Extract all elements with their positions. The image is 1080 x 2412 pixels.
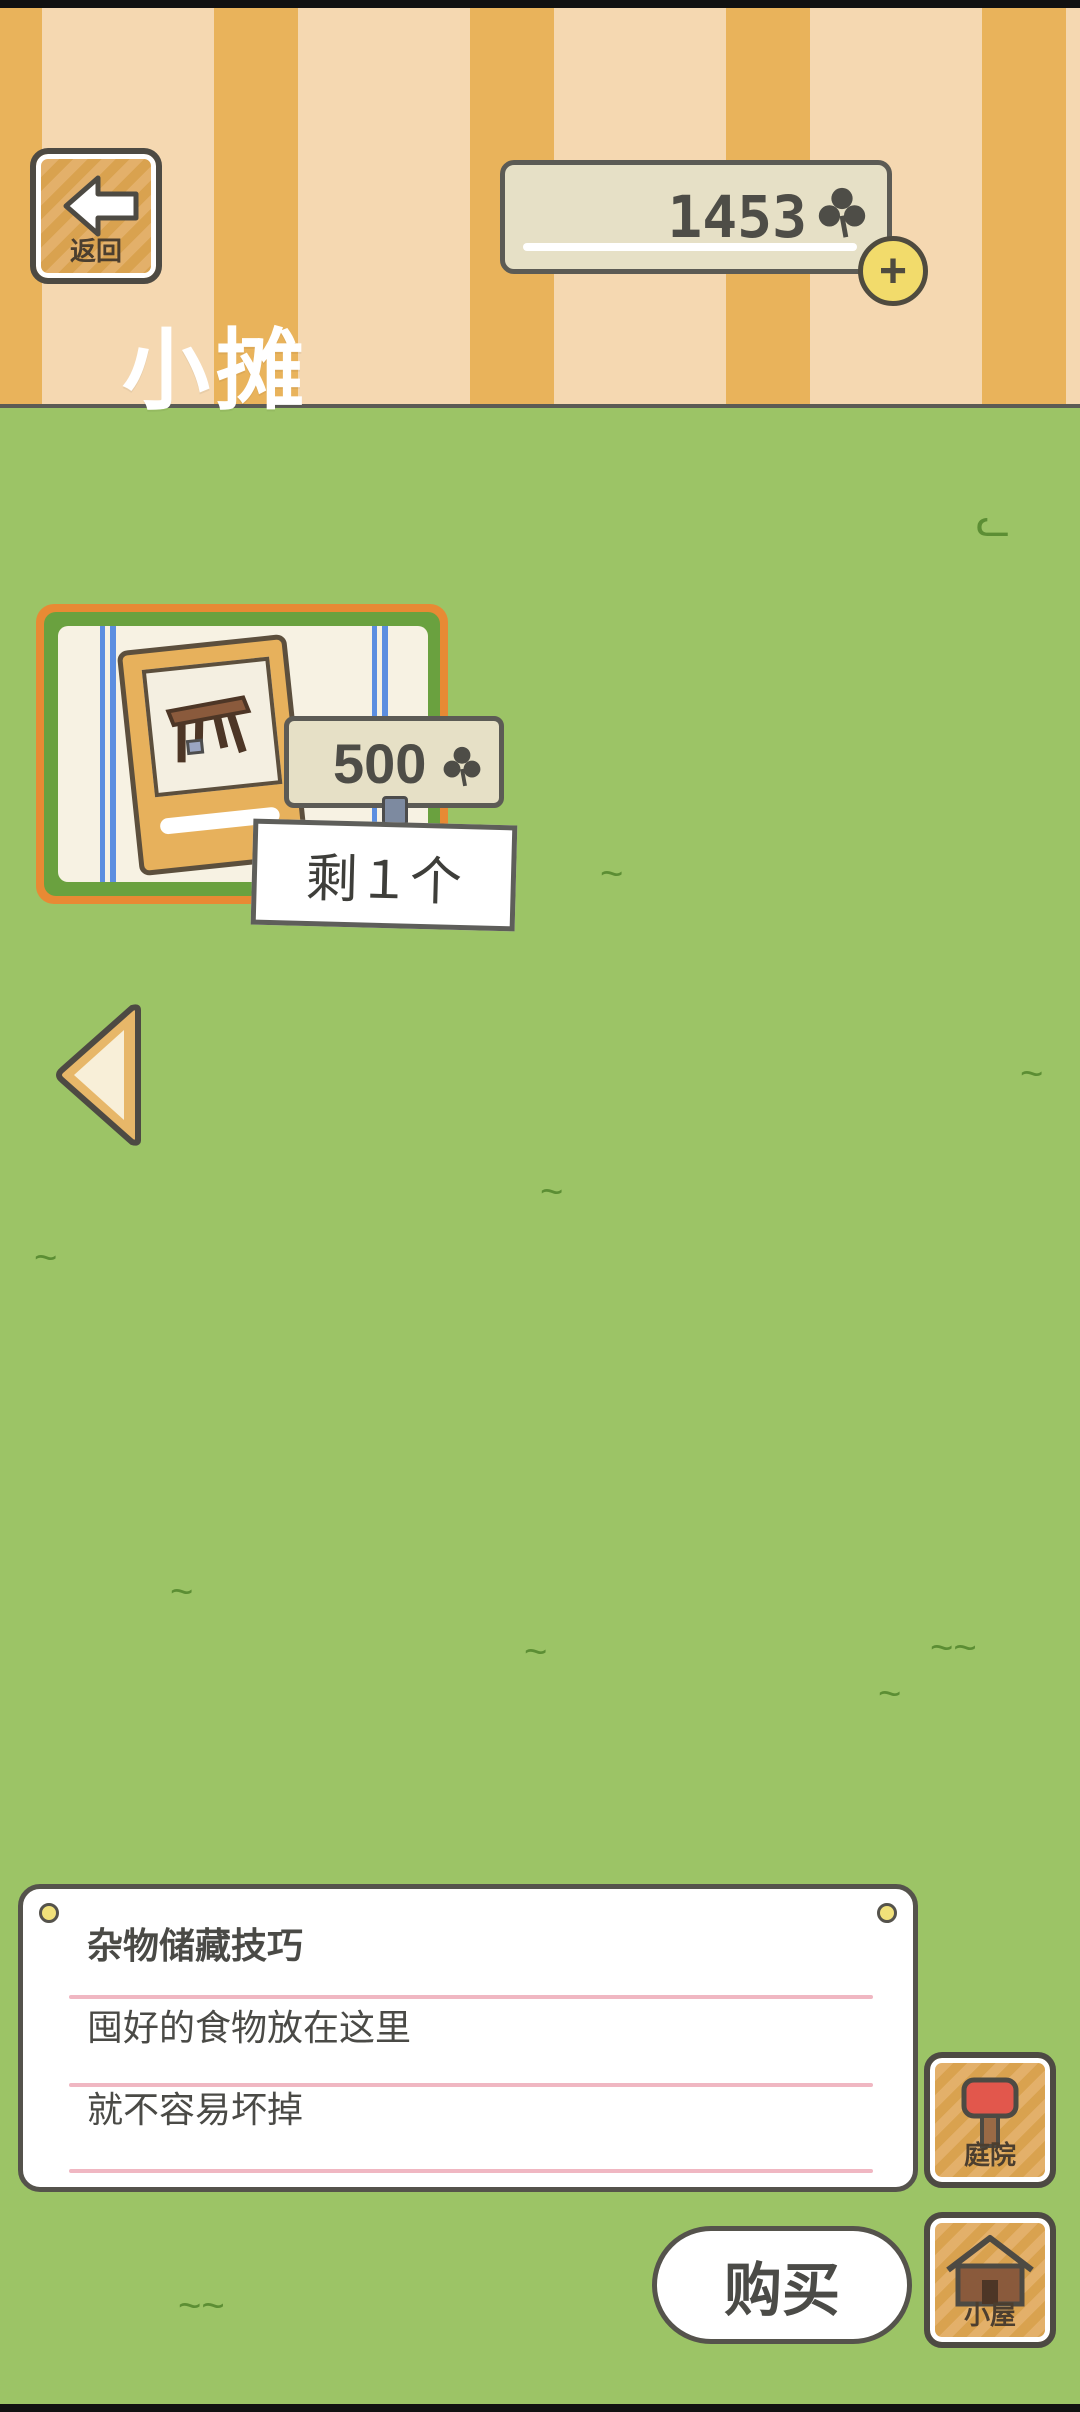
grass-tuft: ᓚ: [976, 501, 1011, 545]
yard-button[interactable]: 庭院: [924, 2052, 1056, 2188]
clover-icon: [443, 746, 481, 787]
house-label: 小屋: [963, 2300, 1016, 2330]
dialog-title: 杂物储藏技巧: [87, 1925, 304, 1967]
grass-tuft: ~: [34, 1236, 58, 1280]
grass-tuft: ~: [600, 852, 624, 896]
dialog-pin: [877, 1903, 897, 1923]
back-button[interactable]: 返回: [30, 148, 162, 284]
grass-tuft: ~: [170, 1570, 194, 1614]
back-label: 返回: [69, 236, 122, 266]
price-tag: 500: [284, 716, 504, 808]
info-dialog: 杂物储藏技巧 囤好的食物放在这里 就不容易坏掉: [18, 1884, 918, 2192]
add-currency-button[interactable]: +: [858, 236, 928, 306]
currency-underline: [523, 243, 857, 251]
grass-tuft: ~~: [178, 2284, 225, 2328]
dialog-pin: [39, 1903, 59, 1923]
grass-tuft: ~: [524, 1630, 548, 1674]
status-bar: [0, 0, 1080, 8]
currency-amount: 1453: [667, 183, 807, 251]
table-picture: [141, 656, 283, 798]
page-title: 小摊: [122, 321, 311, 420]
navigation-bar: [0, 2404, 1080, 2412]
yard-label: 庭院: [963, 2140, 1016, 2170]
dialog-line: 就不容易坏掉: [87, 2090, 304, 2131]
grass-tuft: ~: [540, 1170, 564, 1214]
dialog-line: 囤好的食物放在这里: [87, 2008, 412, 2049]
clover-icon: [818, 187, 866, 238]
grass-tuft: ~: [878, 1672, 902, 1716]
table-icon: [165, 695, 252, 763]
grass-tuft: ~~: [930, 1626, 977, 1670]
house-button[interactable]: 小屋: [924, 2212, 1056, 2348]
grass-tuft: ~: [1020, 1052, 1044, 1096]
plus-icon: +: [878, 244, 908, 298]
dialog-rule: [69, 2169, 873, 2173]
buy-button[interactable]: 购买: [652, 2226, 912, 2344]
currency-display: 1453: [500, 160, 892, 274]
previous-page-arrow-icon[interactable]: [52, 1004, 146, 1146]
item-price: 500: [333, 732, 427, 795]
remaining-count: 剩１个: [250, 818, 518, 932]
